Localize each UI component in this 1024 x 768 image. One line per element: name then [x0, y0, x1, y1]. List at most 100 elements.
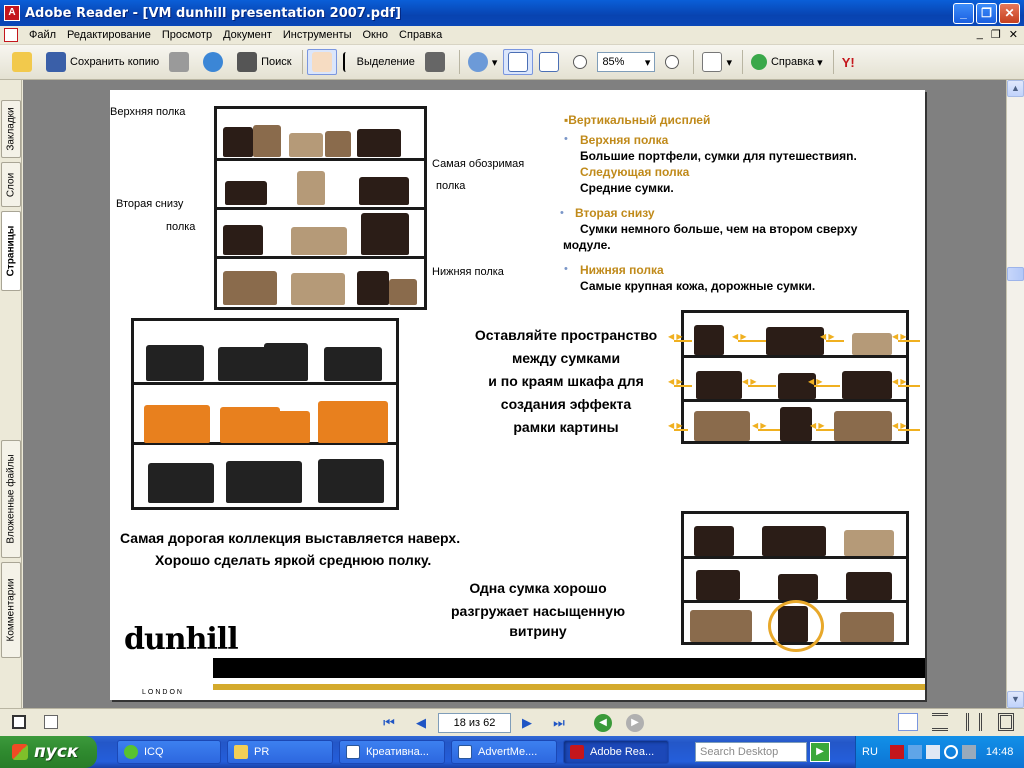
save-copy-button[interactable]: Сохранить копию	[42, 49, 163, 75]
menu-view[interactable]: Просмотр	[157, 29, 218, 41]
document-viewport[interactable]: Верхняя полка Вторая снизу полка Самая о…	[23, 80, 1006, 708]
spacing-arrow	[668, 377, 698, 390]
desktop-search-input[interactable]: Search Desktop	[695, 742, 807, 762]
dunhill-logo-sub: LONDON	[142, 689, 184, 696]
hand-tool-button[interactable]	[306, 49, 337, 75]
scroll-down-button[interactable]: ▼	[1007, 691, 1024, 708]
start-button[interactable]: пуск	[0, 736, 97, 768]
bullet-3-title: Вторая снизу	[575, 206, 655, 220]
menu-file[interactable]: Файл	[24, 29, 62, 41]
single-page-view-icon[interactable]	[898, 713, 918, 731]
close-button[interactable]: ✕	[999, 3, 1020, 24]
page-layout-icon[interactable]	[12, 715, 26, 729]
printer-icon	[169, 52, 190, 72]
forward-view-button[interactable]: ▶	[626, 714, 644, 732]
binoculars-icon	[237, 52, 258, 72]
previous-page-button[interactable]: ◀	[412, 715, 430, 731]
bullet-1-text: Большие портфели, сумки для путешествияn…	[580, 149, 857, 163]
toolbar-separator	[301, 50, 303, 74]
task-icq[interactable]: ICQ	[117, 740, 221, 764]
zoom-in-button[interactable]	[655, 49, 687, 75]
spacing-arrow	[732, 332, 772, 345]
minimize-pane-icon[interactable]	[44, 715, 58, 729]
next-page-button[interactable]: ▶	[518, 715, 536, 731]
task-word-document[interactable]: Креативна...	[339, 740, 445, 764]
doc-close-button[interactable]: ✕	[1009, 28, 1018, 41]
minimize-button[interactable]: _	[953, 3, 974, 24]
clock[interactable]: 14:48	[986, 746, 1014, 758]
page-number-field[interactable]: 18 из 62	[438, 713, 511, 733]
task-pr-folder[interactable]: PR	[227, 740, 333, 764]
highlight-circle	[768, 600, 824, 652]
rotate-page-button[interactable]: ▾	[698, 49, 736, 75]
open-button[interactable]	[8, 49, 40, 75]
one-bag-text-line-2: разгружает насыщенную	[450, 603, 626, 619]
speaker-icon[interactable]	[925, 745, 940, 759]
kaspersky-icon[interactable]	[889, 745, 904, 759]
menu-help[interactable]: Справка	[394, 29, 448, 41]
space-text-line-5: рамки картины	[513, 419, 619, 435]
label-most-visible-shelf: Самая обозримая	[432, 158, 525, 170]
yahoo-button[interactable]: Y!	[838, 49, 859, 75]
zoom-out-button[interactable]	[569, 49, 595, 75]
chevron-down-icon: ▾	[726, 56, 732, 69]
label-bottom-shelf: Нижняя полка	[432, 266, 504, 278]
tab-comments[interactable]: Комментарии	[1, 562, 21, 658]
last-page-button[interactable]: ⏭	[550, 715, 568, 731]
tab-attachments[interactable]: Вложенные файлы	[1, 440, 21, 558]
fit-height-button[interactable]	[503, 49, 534, 75]
maximize-button[interactable]: ❐	[976, 3, 997, 24]
fit-width-button[interactable]	[535, 49, 567, 75]
footer-gold-bar	[213, 684, 925, 690]
task-adobe-reader[interactable]: Adobe Rea...	[563, 740, 669, 764]
spacing-arrow	[742, 377, 782, 390]
folder-open-icon	[12, 52, 32, 72]
toolbar-separator	[741, 50, 743, 74]
chevron-down-icon: ▾	[814, 56, 823, 69]
menu-edit[interactable]: Редактирование	[62, 29, 157, 41]
help-button[interactable]: Справка ▾	[747, 49, 827, 75]
print-button[interactable]	[165, 49, 197, 75]
start-label: пуск	[34, 742, 79, 762]
doc-minimize-button[interactable]: _	[977, 28, 983, 41]
label-second-from-bottom: Вторая снизу	[116, 198, 184, 210]
navigation-pane: Закладки Слои Страницы Вложенные файлы К…	[0, 80, 22, 708]
doc-restore-button[interactable]: ❐	[991, 28, 1001, 41]
email-button[interactable]	[199, 49, 231, 75]
fit-width-icon	[539, 52, 560, 72]
spacing-arrow	[810, 421, 840, 434]
menu-window[interactable]: Окно	[357, 29, 394, 41]
continuous-view-icon[interactable]	[932, 713, 948, 731]
label-most-visible-shelf-2: полка	[436, 180, 466, 192]
zoom-in-tool-button[interactable]: ▾	[464, 49, 502, 75]
search-icon[interactable]	[943, 745, 958, 759]
scroll-thumb[interactable]	[1007, 267, 1024, 281]
spacing-arrow	[668, 332, 698, 345]
facing-view-icon[interactable]	[966, 713, 982, 731]
heading-vertical-display: ▪Вертикальный дисплей	[564, 113, 711, 127]
task-advertme[interactable]: AdvertMe....	[451, 740, 557, 764]
help-icon	[750, 54, 767, 70]
search-button[interactable]: Поиск	[233, 49, 295, 75]
document-icon[interactable]	[4, 28, 18, 42]
snapshot-button[interactable]	[421, 49, 453, 75]
select-tool-button[interactable]: Выделение	[339, 49, 419, 75]
network-icon[interactable]	[907, 745, 922, 759]
fit-page-icon	[508, 52, 529, 72]
magnifier-plus-icon	[467, 52, 488, 72]
menu-document[interactable]: Документ	[218, 29, 278, 41]
tab-bookmarks[interactable]: Закладки	[1, 100, 21, 158]
tab-pages[interactable]: Страницы	[1, 211, 21, 291]
language-indicator[interactable]: RU	[862, 746, 878, 758]
scroll-up-button[interactable]: ▲	[1007, 80, 1024, 97]
vertical-scrollbar[interactable]: ▲ ▼	[1006, 80, 1024, 708]
zoom-level-select[interactable]: 85% ▾	[597, 52, 656, 72]
tab-layers[interactable]: Слои	[1, 162, 21, 207]
monitor-icon[interactable]	[961, 745, 976, 759]
back-view-button[interactable]: ◀	[594, 714, 612, 732]
menu-tools[interactable]: Инструменты	[278, 29, 358, 41]
search-go-button[interactable]: ▶	[810, 742, 830, 762]
continuous-facing-view-icon[interactable]	[998, 713, 1014, 731]
first-page-button[interactable]: ⏮	[380, 715, 398, 731]
folder-icon	[234, 745, 248, 759]
